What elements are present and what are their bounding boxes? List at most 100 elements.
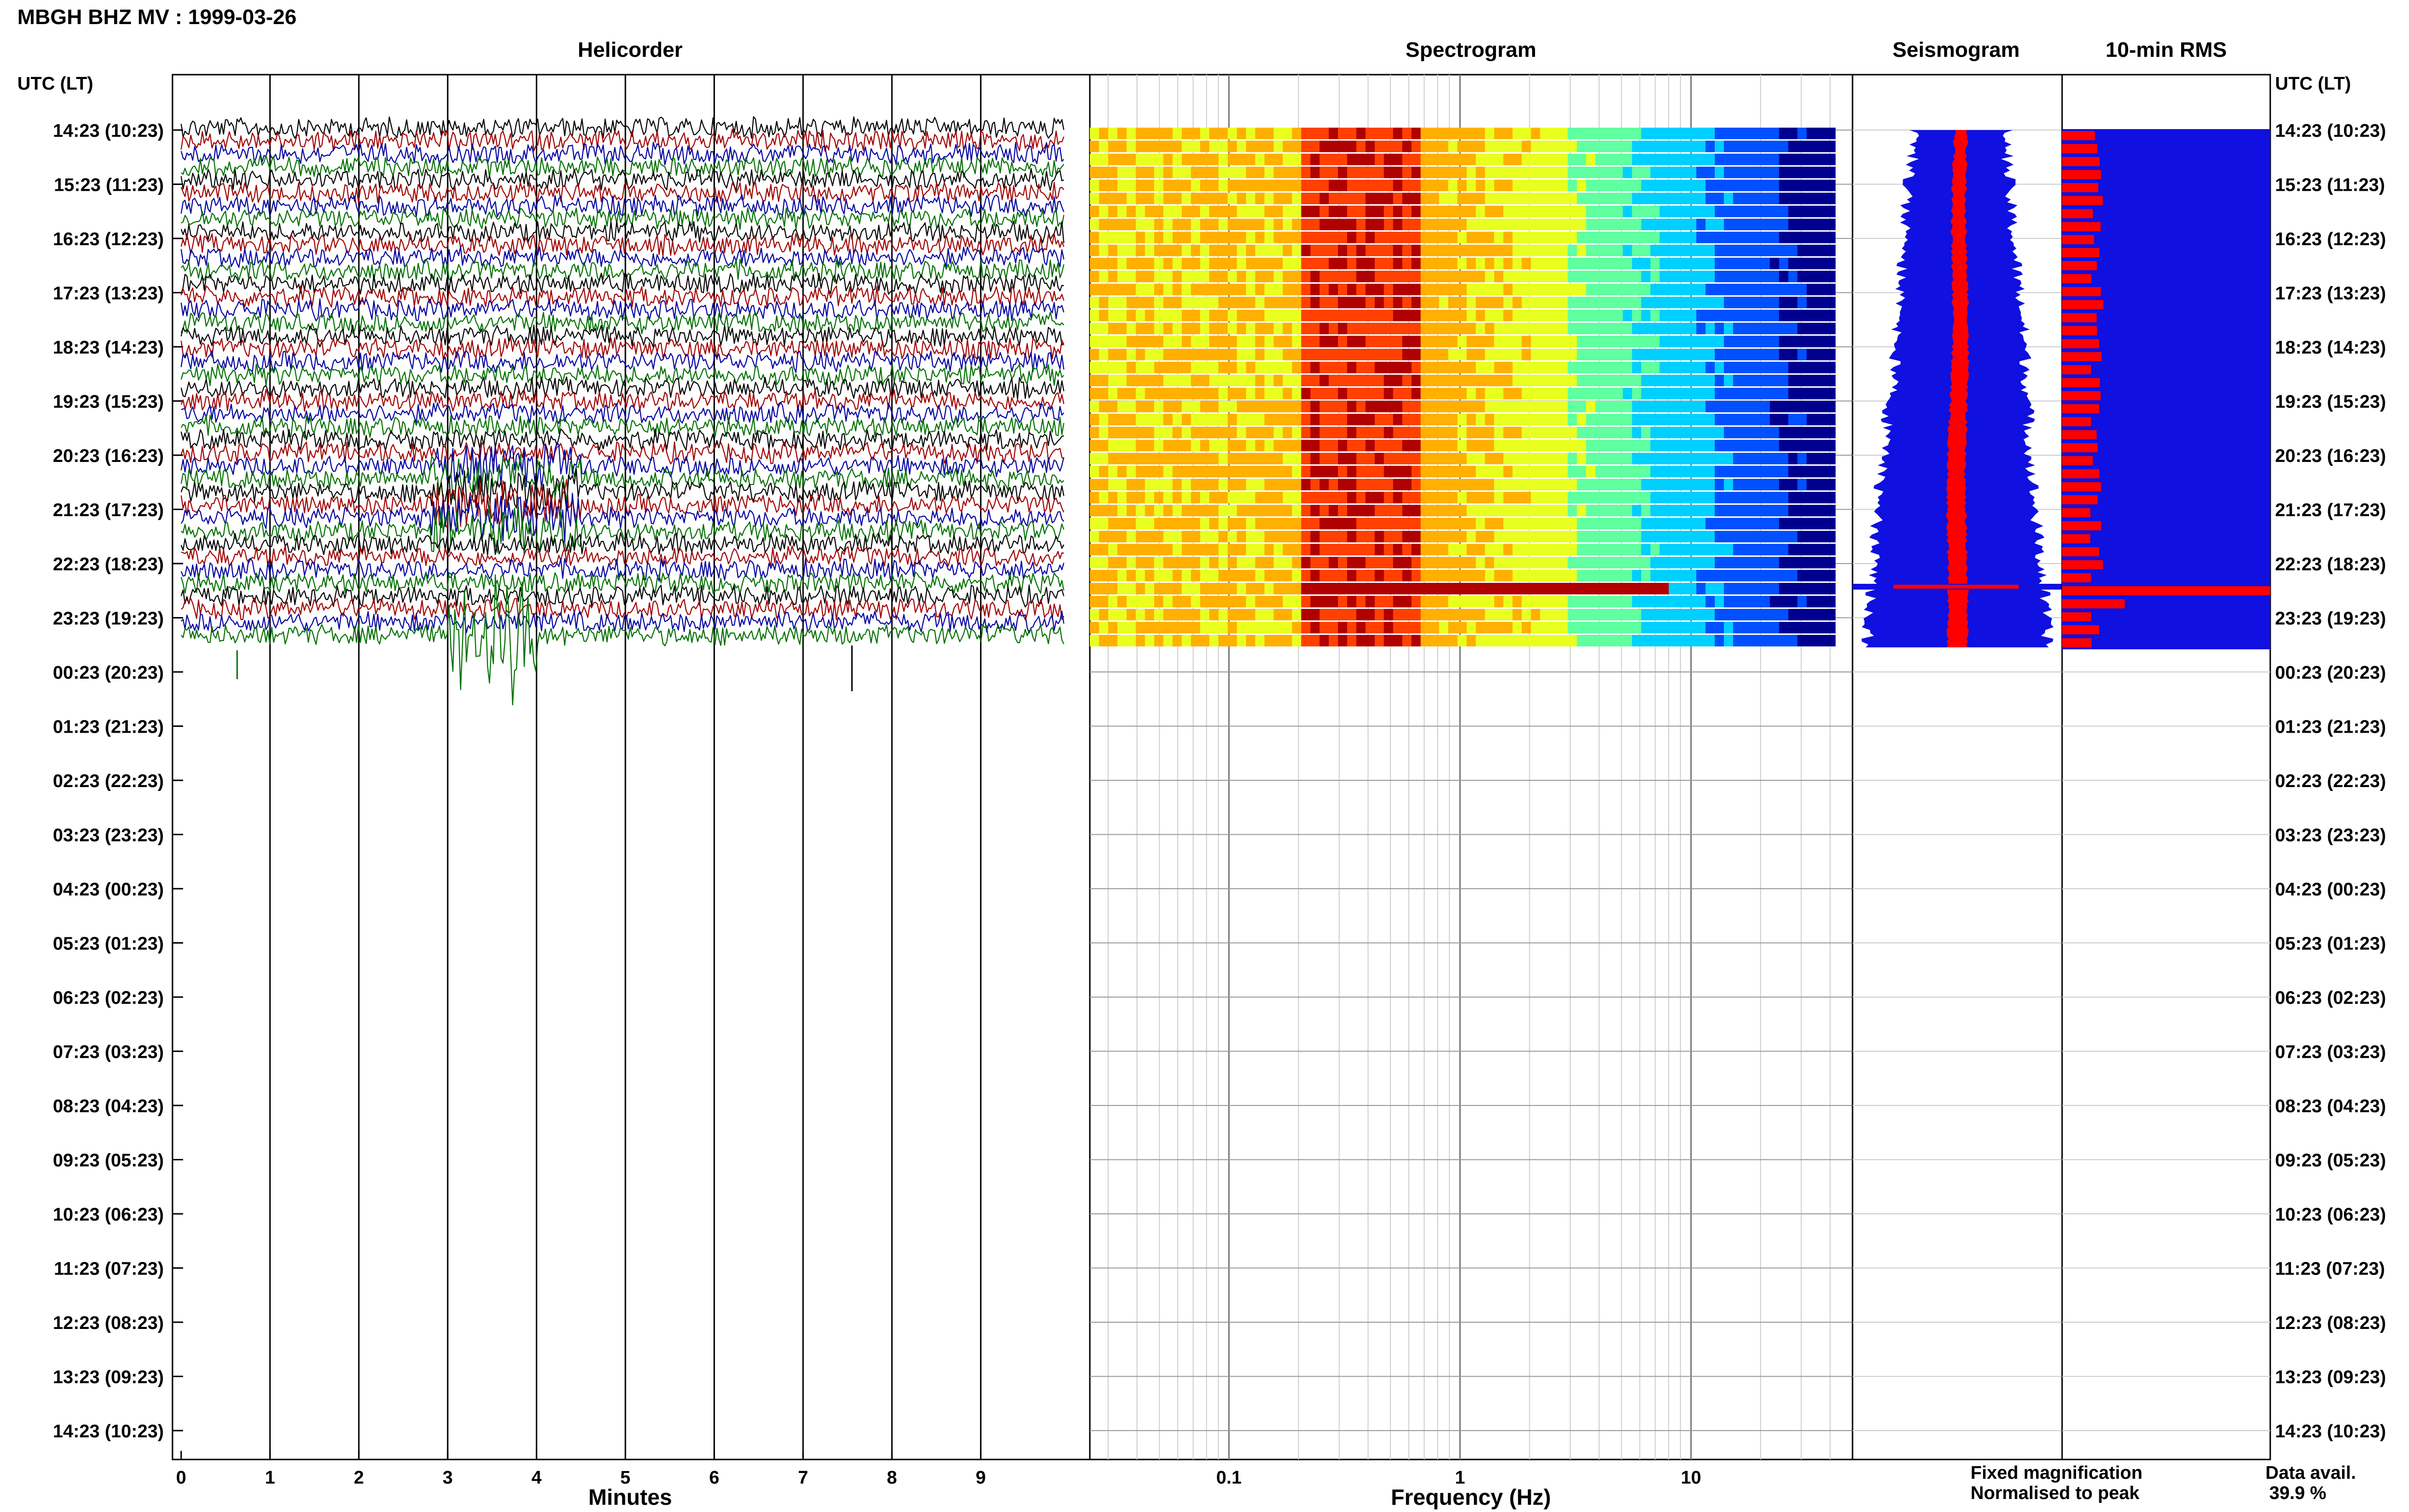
spectrogram-cell [1623,245,1632,256]
spectrogram-cell [1365,349,1375,360]
spectrogram-cell [1126,466,1136,477]
spectrogram-panel [1089,74,1853,1460]
spectrogram-cell [1283,180,1293,191]
spectrogram-cell [1163,323,1173,334]
spectrogram-cell [1172,154,1182,165]
spectrogram-cell [1218,375,1228,386]
spectrogram-cell [1384,401,1393,412]
minute-tick-label: 0 [176,1468,186,1488]
spectrogram-cell [1779,492,1789,503]
spectrogram-cell [1384,635,1393,646]
spectrogram-cell [1163,258,1173,269]
spectrogram-cell [1485,193,1495,204]
spectrogram-cell [1264,310,1274,321]
spectrogram-cell [1154,141,1164,152]
spectrogram-cell [1632,466,1641,477]
spectrogram-cell [1420,635,1430,646]
spectrogram-cell [1623,180,1632,191]
spectrogram-cell [1641,466,1651,477]
spectrogram-cell [1356,427,1366,438]
spectrogram-cell [1595,544,1605,555]
spectrogram-cell [1237,128,1246,139]
spectrogram-cell [1172,596,1182,607]
spectrogram-cell [1522,388,1532,399]
spectrogram-cell [1806,531,1816,542]
spectrogram-cell [1264,232,1274,243]
spectrogram-cell [1632,310,1641,321]
spectrogram-cell [1457,245,1467,256]
spectrogram-cell [1668,258,1679,269]
spectrogram-cell [1356,453,1366,464]
spectrogram-cell [1191,167,1201,178]
spectrogram-cell [1512,609,1522,620]
spectrogram-cell [1467,232,1476,243]
spectrogram-cell [1614,206,1623,217]
spectrogram-cell [1549,167,1559,178]
spectrogram-cell [1448,323,1458,334]
spectrogram-cell [1705,492,1715,503]
spectrogram-cell [1448,531,1458,542]
spectrogram-cell [1696,141,1706,152]
spectrogram-cell [1779,362,1789,373]
spectrogram-cell [1614,570,1623,581]
spectrogram-cell [1191,375,1201,386]
spectrogram-cell [1126,518,1136,529]
spectrogram-cell [1356,128,1366,139]
spectrogram-cell [1228,635,1237,646]
spectrogram-cell [1099,271,1109,282]
spectrogram-cell [1163,596,1173,607]
spectrogram-cell [1457,609,1467,620]
spectrogram-cell [1154,180,1164,191]
spectrogram-cell [1595,622,1605,633]
spectrogram-cell [1604,544,1614,555]
spectrogram-cell [1430,154,1440,165]
spectrogram-cell [1467,453,1476,464]
time-label-right: 10:23 (06:23) [2275,1205,2386,1225]
spectrogram-cell [1384,570,1393,581]
spectrogram-cell [1650,128,1660,139]
spectrogram-cell [1209,128,1219,139]
spectrogram-cell [1200,245,1210,256]
spectrogram-cell [1678,583,1688,594]
spectrogram-cell [1283,453,1293,464]
spectrogram-cell [1181,206,1191,217]
spectrogram-cell [1705,531,1715,542]
spectrogram-cell [1586,141,1596,152]
spectrogram-cell [1420,518,1430,529]
spectrogram-cell [1328,518,1338,529]
spectrogram-cell [1558,622,1568,633]
spectrogram-cell [1668,583,1679,594]
spectrogram-cell [1668,128,1679,139]
spectrogram-cell [1531,167,1541,178]
spectrogram-cell [1770,453,1780,464]
spectrogram-cell [1604,479,1614,490]
spectrogram-cell [1283,570,1293,581]
spectrogram-cell [1384,596,1393,607]
spectrogram-cell [1108,622,1118,633]
spectrogram-cell [1292,167,1302,178]
spectrogram-cell [1641,544,1651,555]
spectrogram-cell [1549,479,1559,490]
spectrogram-cell [1319,141,1329,152]
spectrogram-cell [1375,180,1384,191]
spectrogram-cell [1531,583,1541,594]
spectrogram-cell [1733,167,1743,178]
spectrogram-cell [1255,388,1265,399]
spectrogram-cell [1687,479,1697,490]
spectrogram-cell [1476,596,1485,607]
spectrogram-cell [1356,635,1366,646]
spectrogram-cell [1246,180,1256,191]
spectrogram-cell [1172,388,1182,399]
spectrogram-cell [1126,219,1136,230]
spectrogram-cell [1797,193,1807,204]
spectrogram-cell [1126,232,1136,243]
time-label-right: 00:23 (20:23) [2275,663,2386,683]
spectrogram-cell [1467,466,1476,477]
spectrogram-cell [1145,167,1155,178]
spectrogram-cell [1439,258,1449,269]
spectrogram-cell [1209,284,1219,295]
spectrogram-cell [1641,271,1651,282]
spectrogram-cell [1099,206,1109,217]
spectrogram-cell [1779,180,1789,191]
spectrogram-cell [1567,310,1577,321]
